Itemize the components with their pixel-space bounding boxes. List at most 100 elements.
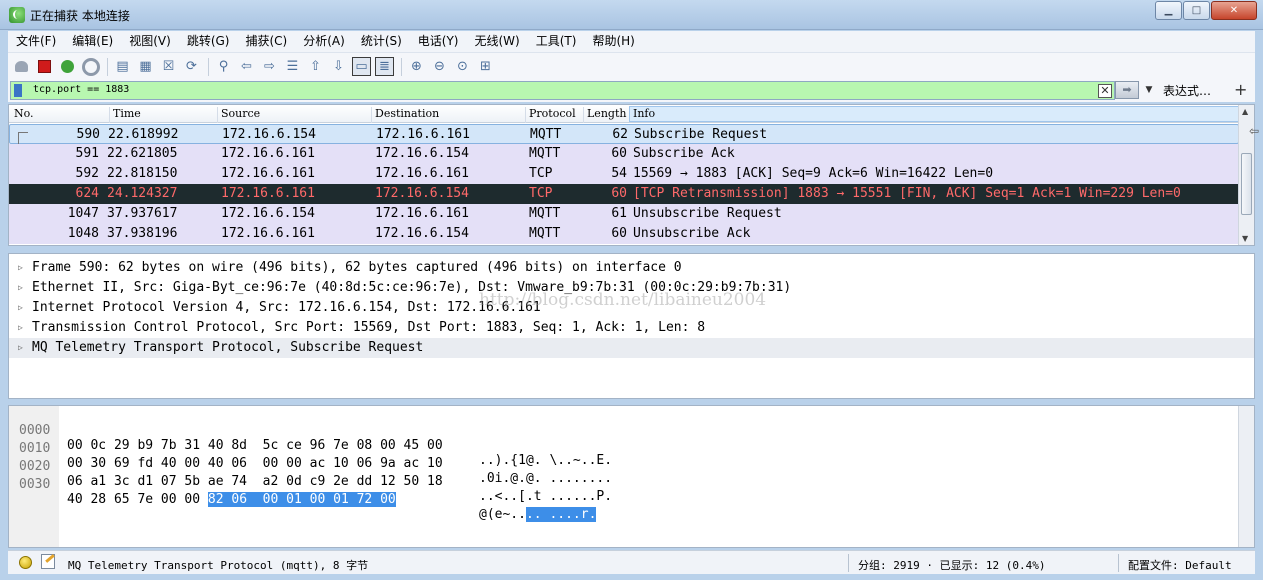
blog-watermark: http://blog.csdn.net/libaineu2004 — [479, 290, 767, 310]
maximize-button[interactable]: □ — [1183, 1, 1210, 20]
close-button[interactable]: ✕ — [1211, 1, 1257, 20]
detail-text: MQ Telemetry Transport Protocol, Subscri… — [32, 340, 424, 355]
clear-filter-icon[interactable]: ✕ — [1098, 84, 1112, 98]
shark-fin-icon[interactable] — [12, 57, 31, 76]
packet-row[interactable]: 590 22.618992 172.16.6.154 172.16.6.161 … — [9, 124, 1239, 145]
menu-bar: 文件(F) 编辑(E) 视图(V) 跳转(G) 捕获(C) 分析(A) 统计(S… — [8, 31, 1255, 52]
menu-capture[interactable]: 捕获(C) — [237, 31, 295, 52]
column-header-no[interactable]: No. — [11, 107, 109, 123]
go-to-packet-icon[interactable]: ☰ — [283, 57, 302, 76]
related-packet-arrow-icon: ⇦ — [1249, 124, 1260, 138]
detail-row-tcp[interactable]: ▷ Transmission Control Protocol, Src Por… — [9, 318, 1254, 338]
menu-telephony[interactable]: 电话(Y) — [410, 31, 467, 52]
cell-protocol: MQTT — [530, 127, 562, 142]
detail-row-mqtt[interactable]: ▷ MQ Telemetry Transport Protocol, Subsc… — [9, 338, 1254, 358]
bytes-scrollbar[interactable] — [1238, 406, 1254, 547]
minimize-button[interactable]: ▁ — [1155, 1, 1182, 20]
reload-file-icon[interactable]: ⟳ — [182, 57, 201, 76]
detail-text: Transmission Control Protocol, Src Port:… — [32, 320, 706, 335]
go-first-icon[interactable]: ⇧ — [306, 57, 325, 76]
cell-info: 15569 → 1883 [ACK] Seq=9 Ack=6 Win=16422… — [633, 166, 994, 181]
menu-view[interactable]: 视图(V) — [121, 31, 179, 52]
go-last-icon[interactable]: ⇩ — [329, 57, 348, 76]
bytes-hex[interactable]: 40 28 65 7e 00 00 82 06 00 01 00 01 72 0… — [67, 492, 396, 507]
menu-statistics[interactable]: 统计(S) — [353, 31, 410, 52]
cell-destination: 172.16.6.154 — [375, 146, 469, 161]
toolbar-separator — [208, 57, 209, 76]
packet-row[interactable]: 624 24.124327 172.16.6.161 172.16.6.154 … — [9, 184, 1239, 204]
display-filter-input[interactable]: tcp.port == 1883 ✕ — [10, 81, 1115, 100]
detail-row-frame[interactable]: ▷ Frame 590: 62 bytes on wire (496 bits)… — [9, 258, 1254, 278]
restart-capture-icon[interactable] — [58, 57, 77, 76]
menu-file[interactable]: 文件(F) — [8, 31, 64, 52]
expand-arrow-icon[interactable]: ▷ — [18, 298, 23, 318]
expert-info-icon[interactable] — [19, 556, 32, 569]
close-file-icon[interactable]: ☒ — [159, 57, 178, 76]
window-title: 正在捕获 本地连接 — [30, 9, 130, 23]
column-header-info[interactable]: Info — [629, 106, 1239, 122]
bytes-hex[interactable]: 06 a1 3c d1 07 5b ae 74 a2 0d c9 2e dd 1… — [67, 474, 443, 489]
save-file-icon[interactable]: ▦ — [136, 57, 155, 76]
column-header-length[interactable]: Length — [583, 107, 629, 123]
filter-text[interactable]: tcp.port == 1883 — [33, 84, 129, 95]
add-filter-button[interactable]: + — [1234, 80, 1247, 99]
expand-arrow-icon[interactable]: ▷ — [18, 338, 23, 358]
expression-button[interactable]: 表达式… — [1163, 82, 1211, 99]
filter-bookmark-icon[interactable] — [14, 84, 22, 97]
colorize-icon[interactable]: ≣ — [375, 57, 394, 76]
status-separator — [848, 554, 849, 572]
column-header-source[interactable]: Source — [217, 107, 371, 123]
go-forward-icon[interactable]: ⇨ — [260, 57, 279, 76]
bytes-ascii[interactable]: .0i.@.@. ........ — [479, 471, 612, 486]
packet-row[interactable]: 1048 37.938196 172.16.6.161 172.16.6.154… — [9, 224, 1239, 244]
open-file-icon[interactable]: ▤ — [113, 57, 132, 76]
stop-capture-icon[interactable] — [35, 57, 54, 76]
zoom-out-icon[interactable]: ⊖ — [430, 57, 449, 76]
packet-list-pane: No. Time Source Destination Protocol Len… — [8, 104, 1255, 246]
packet-list-header: No. Time Source Destination Protocol Len… — [9, 105, 1239, 123]
capture-options-icon[interactable] — [81, 57, 100, 76]
bytes-ascii-highlight: .. ....r. — [525, 507, 597, 522]
expand-arrow-icon[interactable]: ▷ — [18, 318, 23, 338]
packet-row[interactable]: 1047 37.937617 172.16.6.154 172.16.6.161… — [9, 204, 1239, 224]
filter-history-chevron-down-icon[interactable]: ▼ — [1142, 81, 1156, 99]
auto-scroll-icon[interactable]: ▭ — [352, 57, 371, 76]
bytes-ascii[interactable]: @(e~.... ....r. — [479, 507, 597, 522]
cell-source: 172.16.6.161 — [221, 166, 315, 181]
bytes-ascii[interactable]: ..<..[.t ......P. — [479, 489, 612, 504]
packet-row[interactable]: 592 22.818150 172.16.6.161 172.16.6.161 … — [9, 164, 1239, 184]
normal-size-icon[interactable]: ⊙ — [453, 57, 472, 76]
menu-edit[interactable]: 编辑(E) — [64, 31, 121, 52]
cell-source: 172.16.6.154 — [222, 127, 316, 142]
packet-count-status: 分组: 2919 · 已显示: 12 (0.4%) — [858, 559, 1046, 572]
scrollbar-thumb[interactable] — [1241, 153, 1252, 215]
bytes-hex[interactable]: 00 30 69 fd 40 00 40 06 00 00 ac 10 06 9… — [67, 456, 443, 471]
cell-protocol: MQTT — [529, 146, 561, 161]
bytes-row: 0020 06 a1 3c d1 07 5b ae 74 a2 0d c9 2e… — [9, 444, 612, 504]
menu-go[interactable]: 跳转(G) — [179, 31, 238, 52]
packet-row[interactable]: 591 22.621805 172.16.6.161 172.16.6.154 … — [9, 144, 1239, 164]
bytes-row: 0010 00 30 69 fd 40 00 40 06 00 00 ac 10… — [9, 426, 612, 486]
column-header-time[interactable]: Time — [109, 107, 217, 123]
menu-tools[interactable]: 工具(T) — [528, 31, 585, 52]
bytes-hex[interactable]: 00 0c 29 b9 7b 31 40 8d 5c ce 96 7e 08 0… — [67, 438, 443, 453]
resize-columns-icon[interactable]: ⊞ — [476, 57, 495, 76]
capture-comment-icon[interactable] — [41, 554, 55, 569]
bytes-ascii[interactable]: ..).{1@. \..~..E. — [479, 453, 612, 468]
menu-wireless[interactable]: 无线(W) — [467, 31, 528, 52]
apply-filter-icon[interactable] — [1115, 81, 1139, 99]
bytes-hex-highlight: 82 06 00 01 00 01 72 00 — [207, 492, 396, 507]
profile-status[interactable]: 配置文件: Default — [1128, 557, 1232, 573]
menu-analyze[interactable]: 分析(A) — [295, 31, 353, 52]
go-back-icon[interactable]: ⇦ — [237, 57, 256, 76]
column-header-protocol[interactable]: Protocol — [525, 107, 583, 123]
scroll-up-icon[interactable]: ▲ — [1242, 107, 1248, 116]
find-packet-icon[interactable]: ⚲ — [214, 57, 233, 76]
column-header-destination[interactable]: Destination — [371, 107, 525, 123]
scroll-down-icon[interactable]: ▼ — [1242, 234, 1248, 243]
menu-help[interactable]: 帮助(H) — [584, 31, 642, 52]
expand-arrow-icon[interactable]: ▷ — [18, 258, 23, 278]
packet-bytes-pane: 0000 00 0c 29 b9 7b 31 40 8d 5c ce 96 7e… — [8, 405, 1255, 548]
zoom-in-icon[interactable]: ⊕ — [407, 57, 426, 76]
expand-arrow-icon[interactable]: ▷ — [18, 278, 23, 298]
